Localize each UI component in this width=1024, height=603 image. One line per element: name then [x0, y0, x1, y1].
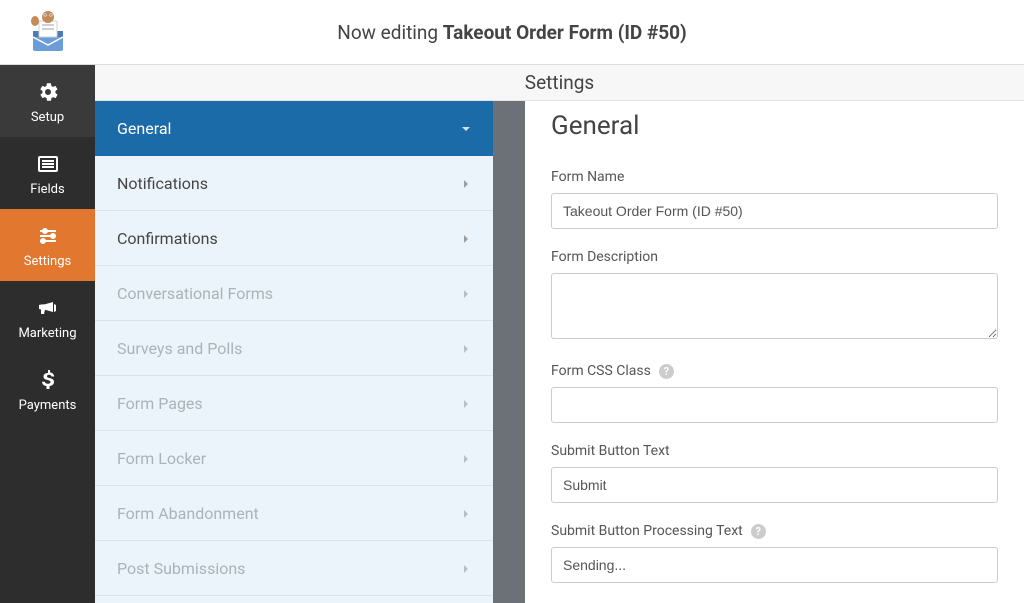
- chevron-right-icon: [461, 504, 471, 523]
- submit-button-text-input[interactable]: [551, 467, 998, 503]
- form-name-input[interactable]: [551, 193, 998, 229]
- help-icon[interactable]: ?: [751, 524, 766, 539]
- sidebar-item-label: Fields: [30, 182, 64, 197]
- chevron-right-icon: [461, 559, 471, 578]
- label-text: Form Name: [551, 169, 624, 185]
- main-content: General Form Name Form Description Form …: [525, 101, 1024, 603]
- sidebar-item-marketing[interactable]: Marketing: [0, 281, 95, 353]
- panel-item-post-submissions[interactable]: Post Submissions: [95, 541, 493, 596]
- panel-item-conversational-forms[interactable]: Conversational Forms: [95, 266, 493, 321]
- panel-item-label: Confirmations: [117, 229, 218, 248]
- field-group-submit-processing: Submit Button Processing Text ?: [551, 523, 998, 583]
- field-label: Form Description: [551, 249, 998, 265]
- panel-item-form-abandonment[interactable]: Form Abandonment: [95, 486, 493, 541]
- sidebar-item-payments[interactable]: Payments: [0, 353, 95, 425]
- panel-item-label: Form Abandonment: [117, 504, 259, 523]
- sidebar-item-label: Setup: [31, 110, 64, 125]
- chevron-right-icon: [461, 284, 471, 303]
- panel-item-label: Post Submissions: [117, 559, 245, 578]
- settings-bar: Settings: [95, 65, 1024, 101]
- field-label: Submit Button Processing Text ?: [551, 523, 998, 539]
- chevron-right-icon: [461, 339, 471, 358]
- bullhorn-icon: [34, 294, 62, 322]
- form-description-textarea[interactable]: [551, 273, 998, 339]
- panel-item-notifications[interactable]: Notifications: [95, 156, 493, 211]
- logo: [0, 7, 95, 57]
- dollar-icon: [34, 366, 62, 394]
- header: Now editing Takeout Order Form (ID #50): [0, 0, 1024, 65]
- field-group-form-name: Form Name: [551, 169, 998, 229]
- sidebar-item-label: Settings: [24, 254, 71, 269]
- label-text: Submit Button Processing Text: [551, 523, 743, 539]
- field-group-submit-text: Submit Button Text: [551, 443, 998, 503]
- panel-item-confirmations[interactable]: Confirmations: [95, 211, 493, 266]
- wpforms-logo-icon: [23, 7, 73, 57]
- help-icon[interactable]: ?: [659, 364, 674, 379]
- panel-gutter: [493, 101, 525, 603]
- label-text: Form Description: [551, 249, 658, 265]
- sidebar-item-label: Marketing: [18, 326, 76, 341]
- sidebar-item-fields[interactable]: Fields: [0, 137, 95, 209]
- header-title: Now editing Takeout Order Form (ID #50): [95, 21, 1024, 44]
- chevron-down-icon: [461, 119, 471, 138]
- chevron-right-icon: [461, 449, 471, 468]
- panel-item-label: Surveys and Polls: [117, 339, 242, 358]
- form-css-class-input[interactable]: [551, 387, 998, 423]
- body-wrap: Setup Fields Settings Marketing Payments: [0, 65, 1024, 603]
- panel-item-label: Form Pages: [117, 394, 203, 413]
- content-area: Settings General Notifications Confirmat…: [95, 65, 1024, 603]
- label-text: Submit Button Text: [551, 443, 670, 459]
- field-group-form-css-class: Form CSS Class ?: [551, 363, 998, 423]
- list-icon: [34, 150, 62, 178]
- panel-item-form-locker[interactable]: Form Locker: [95, 431, 493, 486]
- field-group-form-description: Form Description: [551, 249, 998, 343]
- settings-panel: General Notifications Confirmations Conv…: [95, 101, 493, 603]
- header-form-title: Takeout Order Form (ID #50): [443, 21, 687, 44]
- chevron-right-icon: [461, 394, 471, 413]
- main-heading: General: [551, 111, 998, 141]
- panel-item-label: Form Locker: [117, 449, 206, 468]
- field-label: Form Name: [551, 169, 998, 185]
- sidebar-item-settings[interactable]: Settings: [0, 209, 95, 281]
- chevron-right-icon: [461, 229, 471, 248]
- panel-item-general[interactable]: General: [95, 101, 493, 156]
- panel-item-label: General: [117, 119, 171, 138]
- chevron-right-icon: [461, 174, 471, 193]
- field-label: Form CSS Class ?: [551, 363, 998, 379]
- main-column: General Form Name Form Description Form …: [525, 101, 1024, 603]
- gear-icon: [34, 78, 62, 106]
- panel-item-surveys-polls[interactable]: Surveys and Polls: [95, 321, 493, 376]
- sidebar-item-label: Payments: [19, 398, 77, 413]
- sliders-icon: [34, 222, 62, 250]
- sidebar: Setup Fields Settings Marketing Payments: [0, 65, 95, 603]
- settings-body: General Notifications Confirmations Conv…: [95, 101, 1024, 603]
- panel-item-label: Conversational Forms: [117, 284, 273, 303]
- field-label: Submit Button Text: [551, 443, 998, 459]
- submit-processing-text-input[interactable]: [551, 547, 998, 583]
- settings-bar-title: Settings: [525, 71, 594, 94]
- label-text: Form CSS Class: [551, 363, 651, 379]
- panel-item-label: Notifications: [117, 174, 208, 193]
- header-prefix-text: Now editing: [337, 21, 443, 44]
- sidebar-item-setup[interactable]: Setup: [0, 65, 95, 137]
- panel-item-form-pages[interactable]: Form Pages: [95, 376, 493, 431]
